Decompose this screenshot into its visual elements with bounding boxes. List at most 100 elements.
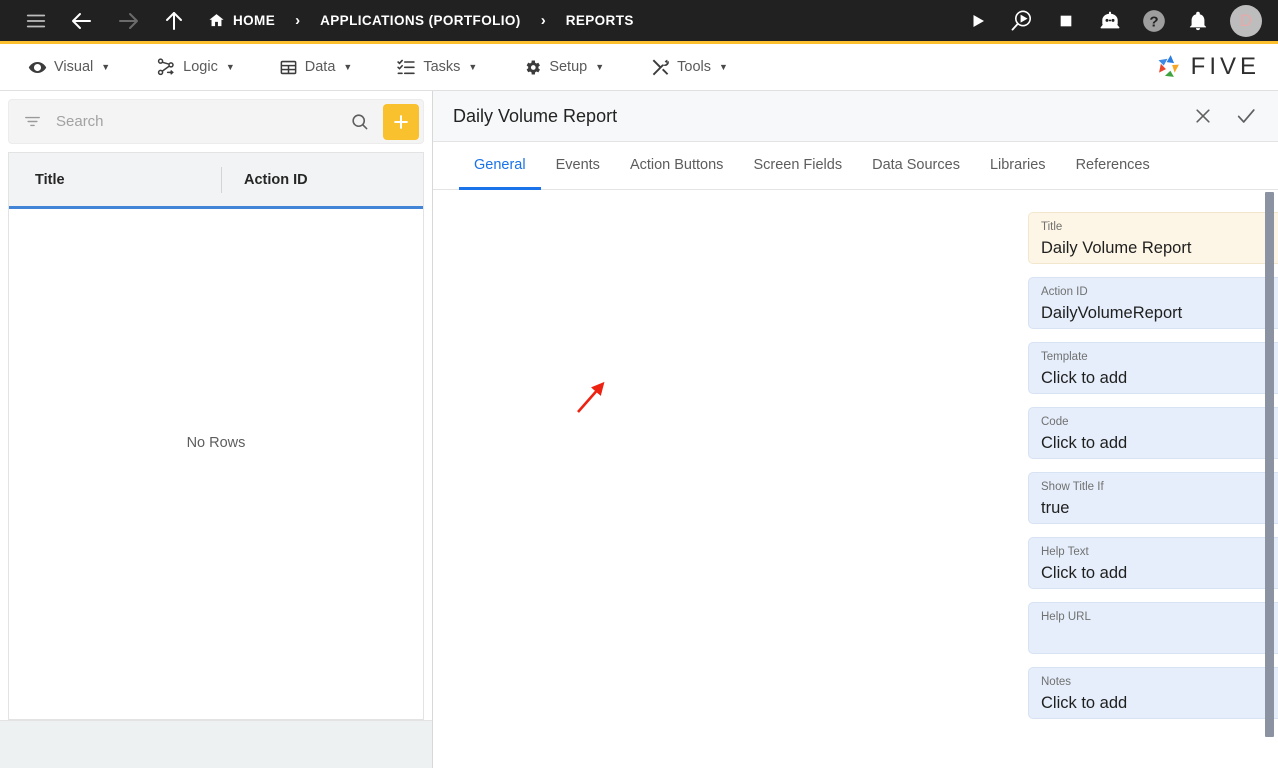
grid-column-header-action-id[interactable]: Action ID (221, 166, 423, 193)
menu-label-tasks: Tasks (423, 59, 461, 75)
tab-action-buttons[interactable]: Action Buttons (615, 142, 739, 190)
field-label-code: Code (1041, 416, 1069, 428)
field-code[interactable]: Code Click to add (1028, 407, 1278, 459)
forward-arrow-icon[interactable] (110, 3, 146, 39)
field-show-title-if[interactable]: Show Title If true (1028, 472, 1278, 524)
records-sidebar: Title Action ID No Rows (0, 91, 433, 768)
breadcrumb: HOME › APPLICATIONS (PORTFOLIO) › REPORT… (206, 12, 636, 29)
field-help-text[interactable]: Help Text Click to add (1028, 537, 1278, 589)
grid-header-row: Title Action ID (9, 153, 423, 209)
field-value-show-title-if: true (1041, 499, 1070, 517)
breadcrumb-separator: › (295, 12, 301, 29)
bot-icon[interactable] (1090, 1, 1130, 41)
notifications-icon[interactable] (1178, 1, 1218, 41)
field-title[interactable]: Title Daily Volume Report (1028, 212, 1278, 264)
field-value-notes: Click to add (1041, 694, 1128, 712)
menu-item-visual[interactable]: Visual ▼ (18, 50, 120, 84)
grid-footer (0, 720, 432, 768)
field-action-id[interactable]: Action ID DailyVolumeReport (1028, 277, 1278, 329)
up-arrow-icon[interactable] (156, 3, 192, 39)
run-icon[interactable] (958, 1, 998, 41)
user-avatar[interactable]: D (1230, 4, 1262, 37)
field-value-action-id: DailyVolumeReport (1041, 304, 1183, 322)
hamburger-menu-icon[interactable] (18, 3, 54, 39)
main-body: Title Action ID No Rows Daily Volume Rep… (0, 91, 1278, 768)
page-title: Daily Volume Report (453, 105, 618, 126)
chevron-down-icon: ▼ (101, 62, 111, 72)
detail-panel-header: Daily Volume Report (433, 91, 1278, 142)
help-icon[interactable]: ? (1134, 1, 1174, 41)
debug-icon[interactable] (1002, 1, 1042, 41)
breadcrumb-label-home: HOME (233, 13, 276, 28)
back-arrow-icon[interactable] (64, 3, 100, 39)
tab-events[interactable]: Events (541, 142, 615, 190)
chevron-down-icon: ▼ (343, 62, 353, 72)
field-help-url[interactable]: Help URL (1028, 602, 1278, 654)
field-label-show-title-if: Show Title If (1041, 481, 1104, 493)
field-template[interactable]: Template Click to add (1028, 342, 1278, 394)
chevron-down-icon: ▼ (719, 62, 728, 72)
filter-icon[interactable] (19, 108, 46, 135)
records-grid-area: Title Action ID No Rows (0, 148, 432, 720)
field-value-title: Daily Volume Report (1041, 239, 1192, 257)
field-label-template: Template (1041, 351, 1088, 363)
top-bar-nav-icons (0, 3, 192, 39)
chevron-down-icon: ▼ (225, 62, 235, 72)
tab-data-sources[interactable]: Data Sources (857, 142, 975, 190)
form-fields-column: Title Daily Volume Report Action ID Dail… (1028, 212, 1278, 719)
tab-references[interactable]: References (1061, 142, 1165, 190)
menu-item-data[interactable]: Data ▼ (269, 50, 363, 84)
menu-item-setup[interactable]: Setup ▼ (513, 50, 614, 84)
chevron-down-icon: ▼ (468, 62, 478, 72)
search-icon[interactable] (345, 107, 374, 136)
brand-name: FIVE (1190, 53, 1260, 80)
tab-libraries[interactable]: Libraries (975, 142, 1061, 190)
breadcrumb-separator: › (540, 12, 546, 29)
checklist-icon (396, 57, 416, 77)
menu-item-logic[interactable]: Logic ▼ (146, 50, 245, 84)
detail-panel: Daily Volume Report General Events Actio… (433, 91, 1278, 768)
search-input[interactable] (52, 113, 339, 130)
field-label-help-url: Help URL (1041, 611, 1091, 623)
breadcrumb-item-home[interactable]: HOME (206, 12, 277, 29)
menu-label-logic: Logic (183, 59, 218, 75)
tools-icon (650, 57, 670, 77)
search-area (0, 91, 432, 148)
top-navigation-bar: HOME › APPLICATIONS (PORTFOLIO) › REPORT… (0, 0, 1278, 44)
menu-label-setup: Setup (549, 59, 588, 75)
field-label-help-text: Help Text (1041, 546, 1089, 558)
add-record-button[interactable] (383, 103, 419, 140)
confirm-check-icon[interactable] (1232, 102, 1260, 130)
tab-general[interactable]: General (459, 142, 541, 190)
gear-icon (523, 58, 542, 77)
application-window: HOME › APPLICATIONS (PORTFOLIO) › REPORT… (0, 0, 1278, 768)
empty-state-message: No Rows (186, 435, 246, 451)
field-value-code: Click to add (1041, 434, 1128, 452)
scrollbar-thumb[interactable] (1265, 192, 1274, 737)
detail-panel-actions (1190, 102, 1260, 130)
grid-table-icon (279, 58, 298, 77)
field-notes[interactable]: Notes Click to add (1028, 667, 1278, 719)
records-grid: Title Action ID No Rows (8, 152, 424, 720)
search-bar (8, 99, 424, 144)
grid-column-header-title[interactable]: Title (9, 153, 221, 206)
breadcrumb-label-reports: REPORTS (565, 13, 634, 28)
form-scroll-region: Title Daily Volume Report Action ID Dail… (433, 190, 1278, 768)
tab-screen-fields[interactable]: Screen Fields (738, 142, 857, 190)
breadcrumb-label-applications: APPLICATIONS (PORTFOLIO) (320, 13, 521, 28)
home-icon (208, 12, 225, 29)
menu-item-tasks[interactable]: Tasks ▼ (386, 50, 487, 84)
field-label-action-id: Action ID (1041, 286, 1088, 298)
menu-item-tools[interactable]: Tools ▼ (640, 50, 738, 84)
vertical-scrollbar[interactable] (1265, 192, 1274, 767)
application-menu-bar: Visual ▼ Logic ▼ Data ▼ Tasks ▼ Setup ▼ … (0, 44, 1278, 91)
eye-icon (28, 58, 47, 77)
breadcrumb-item-applications[interactable]: APPLICATIONS (PORTFOLIO) (318, 13, 523, 28)
menu-label-data: Data (304, 59, 336, 75)
five-brand-logo: FIVE (1154, 52, 1260, 82)
stop-icon[interactable] (1046, 1, 1086, 41)
menu-label-tools: Tools (677, 59, 711, 75)
top-bar-action-icons: ? D (958, 1, 1278, 41)
close-icon[interactable] (1190, 103, 1216, 129)
breadcrumb-item-reports[interactable]: REPORTS (564, 13, 636, 28)
